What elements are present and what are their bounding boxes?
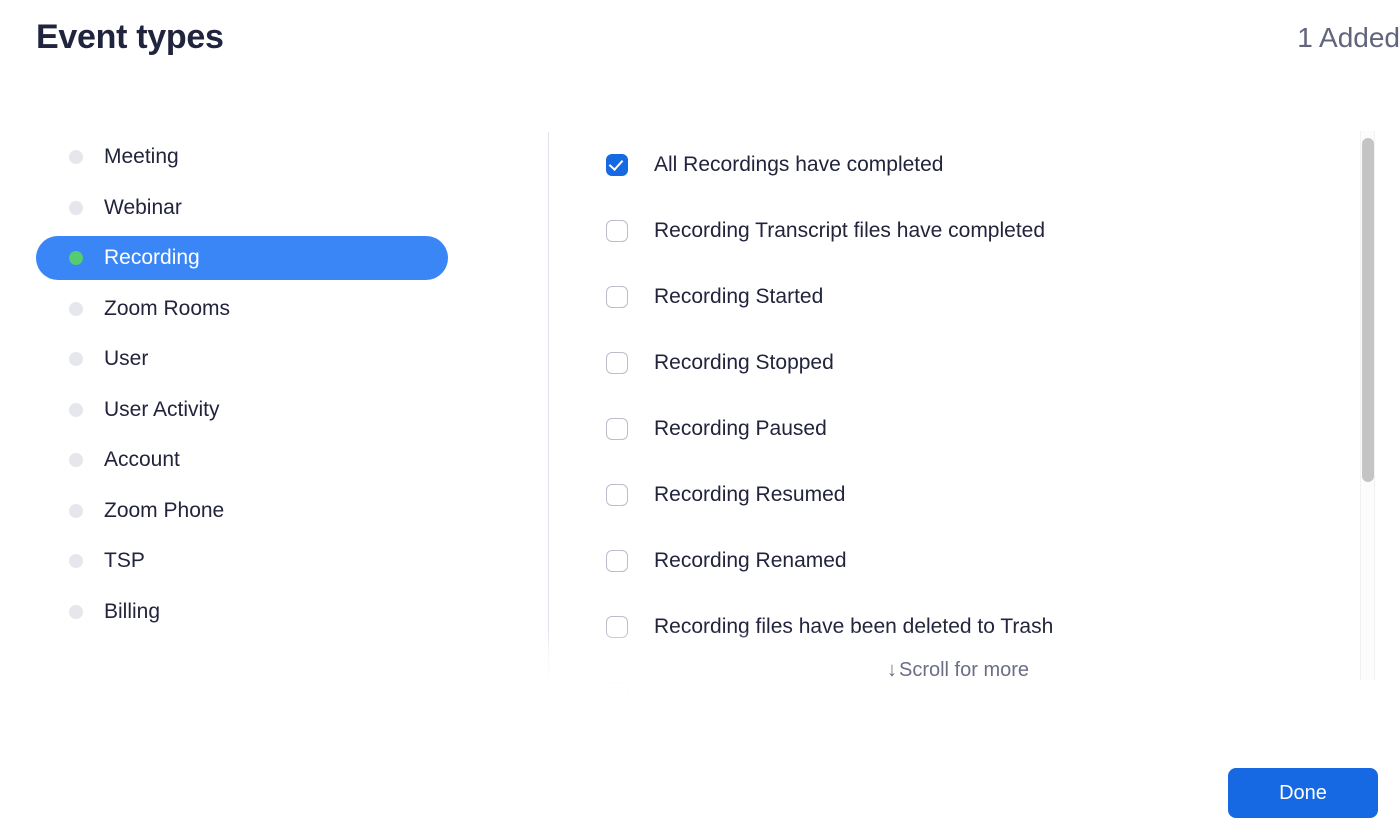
status-dot-icon: [69, 352, 83, 366]
event-label: Recording files have been deleted to Tra…: [654, 615, 1054, 638]
checkbox-unchecked-icon[interactable]: [606, 418, 628, 440]
sidebar-item-user-activity[interactable]: User Activity: [36, 388, 448, 432]
sidebar-item-label: Zoom Rooms: [104, 296, 231, 320]
event-list-panel: All Recordings have completed Recording T…: [548, 120, 1400, 720]
sidebar-item-account[interactable]: Account: [36, 438, 448, 482]
event-row[interactable]: Recording Renamed: [606, 539, 1346, 583]
done-button[interactable]: Done: [1228, 768, 1378, 818]
checkbox-unchecked-icon[interactable]: [606, 352, 628, 374]
event-row[interactable]: All Recordings have completed: [606, 143, 1346, 187]
event-checkbox-list: All Recordings have completed Recording T…: [606, 143, 1346, 720]
checkbox-unchecked-icon[interactable]: [606, 286, 628, 308]
event-label: Recording Started: [654, 285, 824, 308]
page-title: Event types: [36, 18, 224, 56]
checkbox-unchecked-icon[interactable]: [606, 484, 628, 506]
sidebar-item-label: Meeting: [104, 145, 179, 168]
status-dot-icon: [69, 200, 83, 215]
sidebar-item-webinar[interactable]: Webinar: [36, 186, 448, 230]
category-sidebar: Meeting Webinar Recording Zoom Rooms User Use…: [36, 135, 448, 640]
sidebar-item-meeting[interactable]: Meeting: [36, 135, 448, 179]
sidebar-item-label: Billing: [104, 599, 161, 623]
sidebar-item-label: User Activity: [104, 397, 220, 421]
checkbox-unchecked-icon[interactable]: [606, 616, 628, 638]
check-icon: [608, 155, 624, 172]
event-row[interactable]: Recording Started: [606, 275, 1346, 319]
checkbox-unchecked-icon[interactable]: [606, 220, 628, 242]
status-dot-icon: [69, 554, 83, 568]
sidebar-item-tsp[interactable]: TSP: [36, 539, 448, 583]
dialog-body: Meeting Webinar Recording Zoom Rooms User Use…: [0, 120, 1400, 720]
sidebar-item-zoom-rooms[interactable]: Zoom Rooms: [36, 287, 448, 331]
event-types-dialog: Event types 1 Added Meeting Webinar Record…: [0, 0, 1400, 836]
event-label: Recording Resumed: [654, 483, 846, 506]
event-row[interactable]: Recording files have been deleted to Tra…: [606, 605, 1346, 649]
checkbox-unchecked-icon[interactable]: [606, 682, 628, 704]
event-label: Recording Stopped: [654, 351, 834, 374]
sidebar-item-billing[interactable]: Billing: [36, 590, 448, 634]
status-dot-icon: [69, 604, 83, 619]
event-label: Recording Paused: [654, 417, 827, 440]
checkbox-unchecked-icon[interactable]: [606, 550, 628, 572]
checkbox-checked-icon[interactable]: [606, 154, 628, 176]
sidebar-item-label: Recording: [104, 246, 200, 269]
status-dot-icon: [69, 503, 83, 518]
event-row[interactable]: Recording Stopped: [606, 341, 1346, 385]
sidebar-item-label: Webinar: [104, 195, 182, 219]
event-label: Recording Transcript files have complete…: [654, 219, 1046, 242]
sidebar-item-label: Account: [104, 448, 180, 471]
status-dot-icon: [69, 150, 83, 164]
event-row[interactable]: Recording Transcript files have complete…: [606, 209, 1346, 253]
sidebar-item-zoom-phone[interactable]: Zoom Phone: [36, 489, 448, 533]
event-row[interactable]: Recording Paused: [606, 407, 1346, 451]
event-row[interactable]: [606, 671, 1346, 715]
event-label: All Recordings have completed: [654, 153, 944, 176]
event-label: Recording Renamed: [654, 549, 847, 572]
event-list-scrollbar-thumb[interactable]: [1362, 138, 1374, 482]
status-dot-icon: [69, 251, 83, 265]
event-row[interactable]: Recording Resumed: [606, 473, 1346, 517]
sidebar-item-label: TSP: [104, 549, 145, 572]
sidebar-item-label: User: [104, 347, 149, 370]
sidebar-item-user[interactable]: User: [36, 337, 448, 381]
sidebar-item-label: Zoom Phone: [104, 498, 225, 522]
status-dot-icon: [69, 301, 83, 316]
added-count-status: 1 Added: [1297, 22, 1400, 53]
sidebar-item-recording[interactable]: Recording: [36, 236, 448, 280]
status-dot-icon: [69, 453, 83, 467]
status-dot-icon: [69, 402, 83, 417]
